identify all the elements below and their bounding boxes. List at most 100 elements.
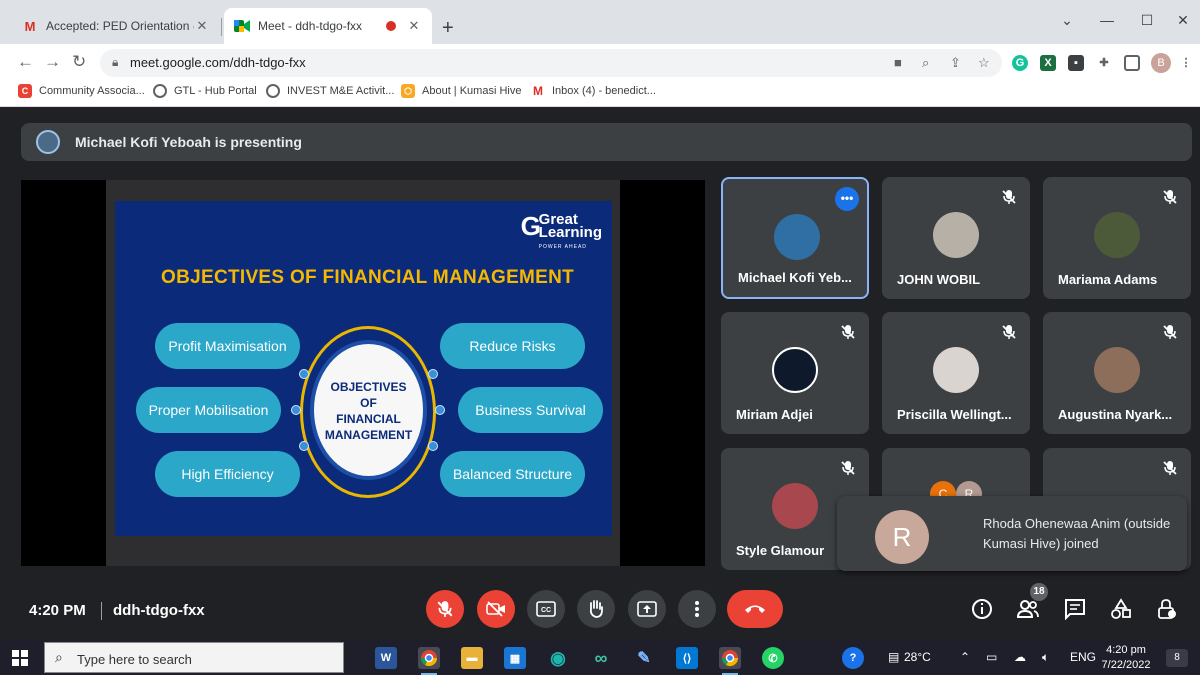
- meeting-code: ddh-tdgo-fxx: [113, 602, 205, 619]
- tab-title: Accepted: PED Orientation @ Mo: [46, 19, 194, 33]
- raise-hand-button[interactable]: [577, 590, 615, 628]
- center-label: OBJECTIVES OF FINANCIAL MANAGEMENT: [314, 379, 423, 443]
- gmail-icon: M: [531, 84, 545, 98]
- notifications-badge[interactable]: 8: [1166, 649, 1188, 667]
- taskbar-search-input[interactable]: ⌕ Type here to search: [44, 642, 344, 673]
- leave-call-button[interactable]: [727, 590, 783, 628]
- show-hidden-icons-icon[interactable]: ⌃: [960, 650, 970, 664]
- zoom-icon[interactable]: ⌕: [922, 55, 929, 71]
- connector-dot: [291, 405, 301, 415]
- url-text[interactable]: meet.google.com/ddh-tdgo-fxx: [130, 55, 306, 70]
- help-icon[interactable]: ?: [842, 647, 864, 669]
- lock-icon[interactable]: 🔒︎: [112, 55, 118, 70]
- close-window-button[interactable]: ✕: [1160, 12, 1200, 29]
- bookmark-item[interactable]: C Community Associa...: [18, 84, 145, 98]
- close-tab-icon[interactable]: ✕: [194, 18, 210, 34]
- activities-button[interactable]: [1109, 597, 1133, 621]
- reload-icon[interactable]: ↻: [72, 52, 86, 72]
- mic-toggle-button[interactable]: [426, 590, 464, 628]
- center-label-line: OBJECTIVES: [330, 380, 407, 394]
- more-options-icon[interactable]: •••: [835, 187, 859, 211]
- participant-tile[interactable]: Augustina Nyark...: [1043, 312, 1191, 434]
- avatar: [772, 347, 818, 393]
- bookmark-item[interactable]: M Inbox (4) - benedict...: [531, 84, 656, 98]
- more-options-button[interactable]: [678, 590, 716, 628]
- close-tab-icon[interactable]: ✕: [406, 18, 422, 34]
- battery-icon[interactable]: ▭: [986, 650, 997, 664]
- browser-toolbar: ← → ↻ 🔒︎ meet.google.com/ddh-tdgo-fxx ■ …: [0, 44, 1200, 80]
- forward-icon[interactable]: →: [44, 52, 61, 72]
- side-panel-icon[interactable]: [1124, 55, 1140, 71]
- windows-start-icon[interactable]: [12, 650, 28, 666]
- bookmark-label: Community Associa...: [39, 85, 145, 97]
- sheets-extension-icon[interactable]: X: [1040, 55, 1056, 71]
- pen-app-icon[interactable]: ✎: [633, 647, 655, 669]
- vscode-icon[interactable]: ⟨⟩: [676, 647, 698, 669]
- participant-tile[interactable]: Priscilla Wellingt...: [882, 312, 1030, 434]
- clock-time: 4:20 pm: [1106, 644, 1146, 656]
- profile-avatar[interactable]: B: [1151, 53, 1171, 73]
- join-notification[interactable]: R Rhoda Ohenewaa Anim (outside Kumasi Hi…: [837, 496, 1187, 571]
- bookmark-item[interactable]: INVEST M&E Activit...: [266, 84, 394, 98]
- present-now-button[interactable]: [628, 590, 666, 628]
- camera-toggle-button[interactable]: [477, 590, 515, 628]
- new-tab-button[interactable]: +: [442, 18, 454, 38]
- tab-meet[interactable]: Meet - ddh-tdgo-fxx ✕: [224, 8, 432, 44]
- infinity-app-icon[interactable]: ∞: [590, 647, 612, 669]
- connector-dot: [299, 369, 309, 379]
- participant-name: Mariama Adams: [1058, 272, 1158, 287]
- tab-strip: M Accepted: PED Orientation @ Mo ✕ Meet …: [0, 0, 1200, 44]
- participant-tile[interactable]: Mariama Adams: [1043, 177, 1191, 299]
- word-icon[interactable]: W: [375, 647, 397, 669]
- extensions-puzzle-icon[interactable]: ✚: [1096, 55, 1112, 71]
- chat-icon: [1065, 599, 1085, 620]
- people-icon: [1016, 600, 1039, 618]
- weather-icon[interactable]: ▤: [888, 650, 899, 664]
- meet-icon: [234, 18, 250, 34]
- participant-tile[interactable]: ••• Michael Kofi Yeb...: [721, 177, 869, 299]
- globe-icon: [153, 84, 167, 98]
- menu-kebab-icon[interactable]: ⋮: [1178, 55, 1194, 71]
- avatar: [772, 483, 818, 529]
- bookmark-star-icon[interactable]: ☆: [978, 55, 990, 71]
- phone-hangup-icon: [745, 605, 765, 613]
- objective-pill: Reduce Risks: [440, 323, 585, 369]
- language-indicator[interactable]: ENG: [1070, 650, 1096, 664]
- presentation-stage[interactable]: G Great Learning POWER AHEAD OBJECTIVES …: [21, 180, 705, 566]
- taskbar-clock[interactable]: 4:20 pm 7/22/2022: [1098, 643, 1154, 673]
- address-bar[interactable]: 🔒︎ meet.google.com/ddh-tdgo-fxx ■ ⌕ ⇪ ☆: [100, 49, 1002, 77]
- objective-pill: High Efficiency: [155, 451, 300, 497]
- great-learning-logo: G Great Learning POWER AHEAD: [521, 212, 602, 254]
- store-icon[interactable]: ▦: [504, 647, 526, 669]
- tab-gmail[interactable]: M Accepted: PED Orientation @ Mo ✕: [12, 8, 220, 44]
- presentation-slide: G Great Learning POWER AHEAD OBJECTIVES …: [115, 201, 612, 536]
- gmail-icon: M: [24, 18, 36, 34]
- camera-indicator-icon[interactable]: ■: [894, 55, 902, 70]
- connector-dot: [428, 441, 438, 451]
- bookmark-item[interactable]: GTL - Hub Portal: [153, 84, 257, 98]
- chrome-profile-icon[interactable]: [719, 647, 741, 675]
- cloud-icon[interactable]: ☁: [1014, 650, 1026, 664]
- chat-button[interactable]: [1063, 597, 1087, 621]
- participant-tile[interactable]: Miriam Adjei: [721, 312, 869, 434]
- whatsapp-icon[interactable]: ✆: [762, 647, 784, 669]
- chrome-icon[interactable]: [418, 647, 440, 675]
- avatar: [1094, 212, 1140, 258]
- slide-heading: OBJECTIVES OF FINANCIAL MANAGEMENT: [161, 267, 575, 288]
- divider: [101, 602, 102, 620]
- share-icon[interactable]: ⇪: [950, 55, 961, 71]
- host-controls-button[interactable]: [1155, 597, 1179, 621]
- file-explorer-icon[interactable]: ▬: [461, 647, 483, 669]
- mic-off-icon: [437, 601, 453, 617]
- hand-icon: [589, 600, 603, 618]
- extension-icon[interactable]: ▪: [1068, 55, 1084, 71]
- weather-temp[interactable]: 28°C: [904, 650, 931, 664]
- meeting-details-button[interactable]: [970, 597, 994, 621]
- volume-icon[interactable]: 🔈︎: [1042, 650, 1049, 665]
- back-icon[interactable]: ←: [17, 52, 34, 72]
- grammarly-extension-icon[interactable]: G: [1012, 55, 1028, 71]
- captions-button[interactable]: CC: [527, 590, 565, 628]
- edge-icon[interactable]: ◉: [547, 647, 569, 669]
- participant-tile[interactable]: JOHN WOBIL: [882, 177, 1030, 299]
- bookmark-item[interactable]: ⬡ About | Kumasi Hive: [401, 84, 521, 98]
